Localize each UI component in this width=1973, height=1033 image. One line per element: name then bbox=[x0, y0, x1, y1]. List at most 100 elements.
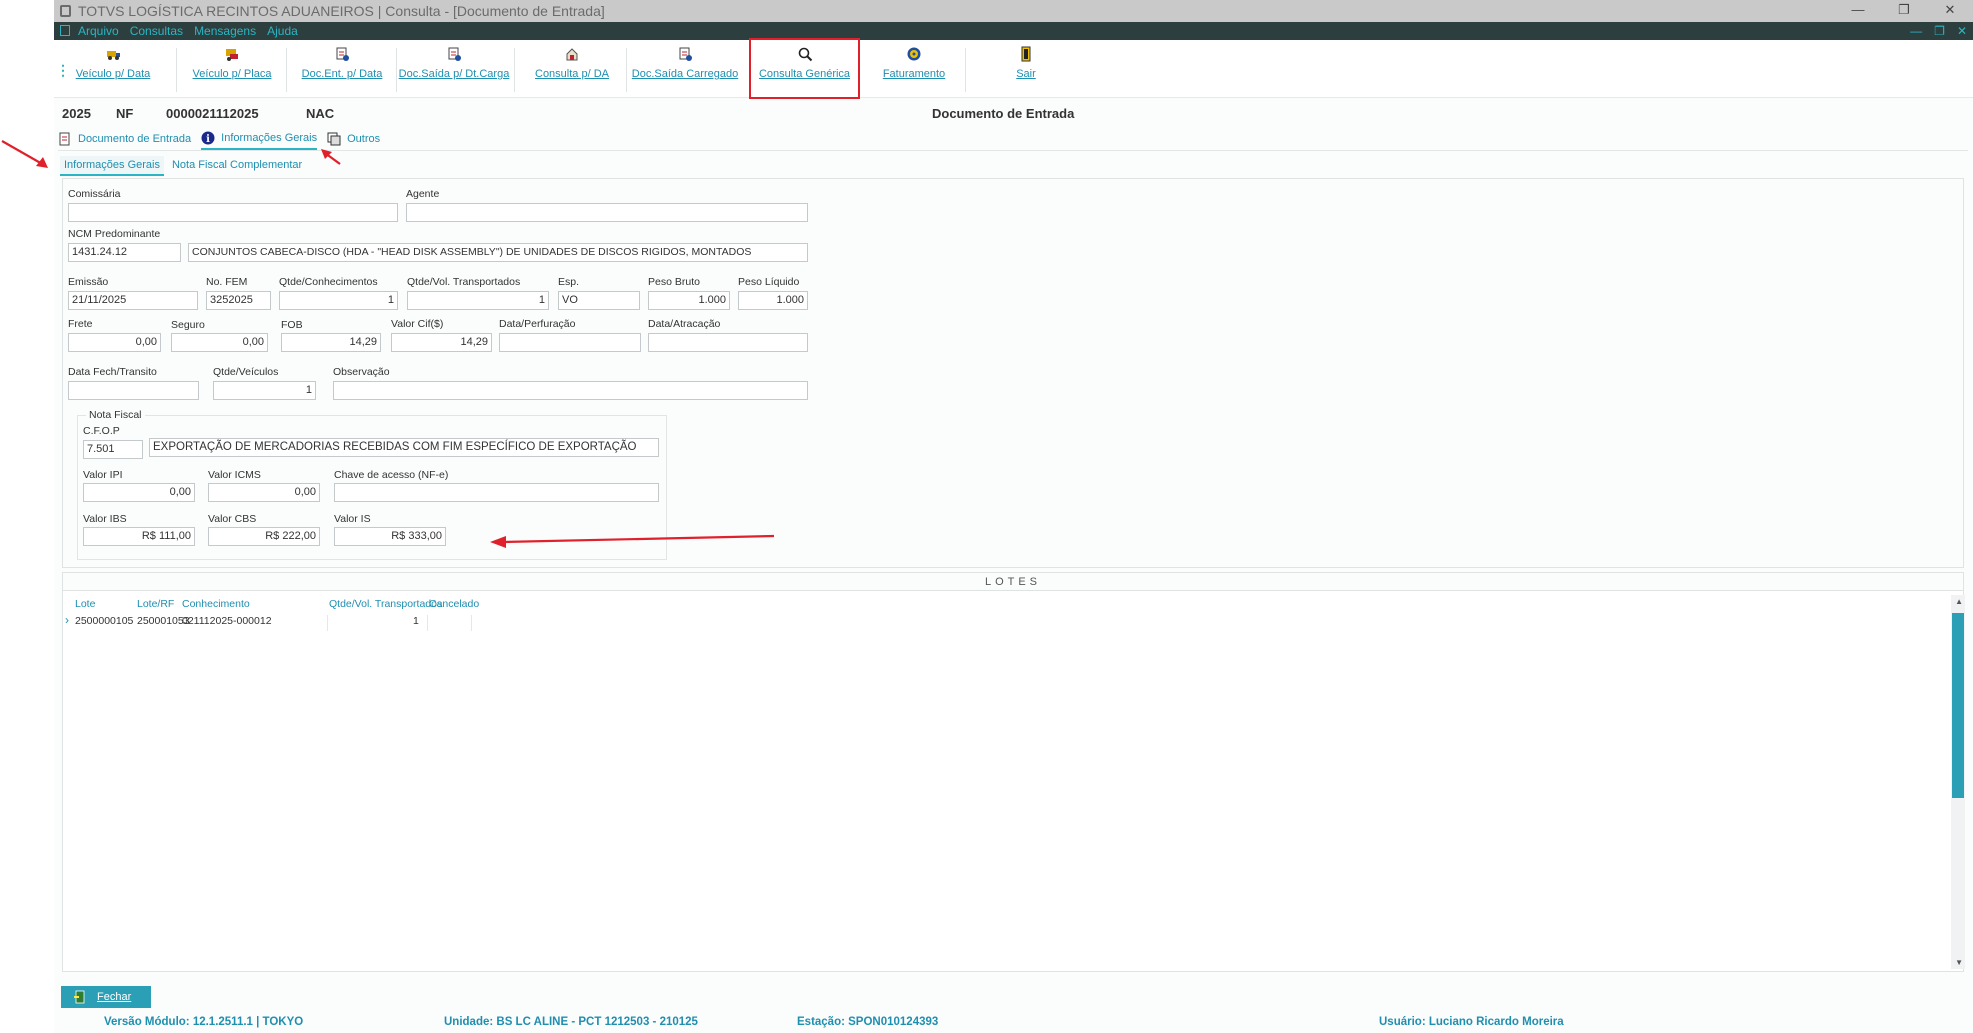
data-atracacao-field[interactable] bbox=[648, 333, 808, 352]
menu-consultas[interactable]: Consultas bbox=[130, 22, 183, 40]
veiculo-placa-button[interactable]: Veículo p/ Placa bbox=[182, 46, 282, 94]
col-conhecimento[interactable]: Conhecimento bbox=[182, 598, 250, 610]
valor-icms-label: Valor ICMS bbox=[208, 469, 261, 481]
frete-field[interactable]: 0,00 bbox=[68, 333, 161, 352]
fob-field[interactable]: 14,29 bbox=[281, 333, 381, 352]
col-qtde-vol[interactable]: Qtde/Vol. Transportados bbox=[329, 598, 442, 610]
column-divider bbox=[327, 615, 328, 631]
peso-liquido-field[interactable]: 1.000 bbox=[738, 291, 808, 310]
status-estacao: Estação: SPON010124393 bbox=[797, 1016, 939, 1028]
emissao-field[interactable]: 21/11/2025 bbox=[68, 291, 198, 310]
scroll-thumb[interactable] bbox=[1952, 613, 1964, 798]
mdi-close-button[interactable]: ✕ bbox=[1957, 22, 1967, 40]
chave-acesso-field[interactable] bbox=[334, 483, 659, 502]
status-versao: Versão Módulo: 12.1.2511.1 | TOKYO bbox=[104, 1016, 304, 1028]
observacao-field[interactable] bbox=[333, 381, 808, 400]
peso-bruto-field[interactable]: 1.000 bbox=[648, 291, 730, 310]
status-unidade: Unidade: BS LC ALINE - PCT 1212503 - 210… bbox=[444, 1016, 698, 1028]
valor-cbs-label: Valor CBS bbox=[208, 513, 257, 525]
col-lote-rf[interactable]: Lote/RF bbox=[137, 598, 174, 610]
tab-outros[interactable]: Outros bbox=[327, 130, 380, 150]
col-cancelado[interactable]: Cancelado bbox=[429, 598, 479, 610]
cell-lote: 2500000105 bbox=[75, 615, 134, 627]
data-fech-transito-field[interactable] bbox=[68, 381, 199, 400]
close-door-icon bbox=[74, 990, 85, 1004]
exit-icon bbox=[1021, 46, 1031, 62]
doc-saida-dtcarga-button[interactable]: Doc.Saída p/ Dt.Carga bbox=[398, 46, 510, 94]
menu-arquivo[interactable]: Arquivo bbox=[78, 22, 119, 40]
system-menu-icon[interactable] bbox=[60, 25, 70, 36]
mdi-restore-button[interactable]: ❐ bbox=[1934, 22, 1945, 40]
qtde-conhecimentos-field[interactable]: 1 bbox=[279, 291, 398, 310]
subtab-nota-fiscal-complementar[interactable]: Nota Fiscal Complementar bbox=[168, 156, 306, 176]
qtde-vol-field[interactable]: 1 bbox=[407, 291, 549, 310]
table-row[interactable]: › 2500000105 250001053 021112025-000012 … bbox=[63, 613, 1965, 631]
no-fem-field[interactable]: 3252025 bbox=[206, 291, 271, 310]
status-usuario: Usuário: Luciano Ricardo Moreira bbox=[1379, 1016, 1564, 1028]
menu-bar: Arquivo Consultas Mensagens Ajuda — ❐ ✕ bbox=[54, 22, 1973, 40]
valor-is-field[interactable]: R$ 333,00 bbox=[334, 527, 446, 546]
lotes-title: LOTES bbox=[63, 573, 1963, 591]
cell-conhecimento: 021112025-000012 bbox=[182, 615, 272, 627]
valor-is-label: Valor IS bbox=[334, 513, 371, 525]
cell-qtde-vol: 1 bbox=[413, 615, 419, 627]
qtde-conhecimentos-label: Qtde/Conhecimentos bbox=[279, 276, 378, 288]
doc-saida-carregado-button[interactable]: Doc.Saída Carregado bbox=[628, 46, 742, 94]
sair-button[interactable]: Sair bbox=[986, 46, 1066, 94]
col-lote[interactable]: Lote bbox=[75, 598, 95, 610]
status-bar: Versão Módulo: 12.1.2511.1 | TOKYO Unida… bbox=[54, 1013, 1973, 1033]
peso-bruto-label: Peso Bruto bbox=[648, 276, 700, 288]
valor-ibs-field[interactable]: R$ 111,00 bbox=[83, 527, 195, 546]
fechar-button[interactable]: Fechar bbox=[61, 986, 151, 1008]
tab-divider bbox=[58, 150, 1968, 151]
esp-field[interactable]: VO bbox=[558, 291, 640, 310]
valor-icms-field[interactable]: 0,00 bbox=[208, 483, 320, 502]
ncm-code-field[interactable]: 1431.24.12 bbox=[68, 243, 181, 262]
valor-ipi-field[interactable]: 0,00 bbox=[83, 483, 195, 502]
restore-button[interactable]: ❐ bbox=[1881, 0, 1927, 22]
stack-documents-icon bbox=[327, 132, 341, 146]
truck-plate-icon bbox=[226, 49, 238, 61]
mdi-minimize-button[interactable]: — bbox=[1910, 22, 1922, 40]
data-fech-transito-label: Data Fech/Transito bbox=[68, 366, 157, 378]
faturamento-button[interactable]: Faturamento bbox=[868, 46, 960, 94]
valor-cbs-field[interactable]: R$ 222,00 bbox=[208, 527, 320, 546]
consulta-da-button[interactable]: Consulta p/ DA bbox=[522, 46, 622, 94]
subtab-informacoes-gerais[interactable]: Informações Gerais bbox=[60, 156, 164, 176]
document-tab-icon bbox=[59, 132, 70, 146]
menu-ajuda[interactable]: Ajuda bbox=[267, 22, 298, 40]
ncm-description-field[interactable]: CONJUNTOS CABECA-DISCO (HDA - "HEAD DISK… bbox=[188, 243, 808, 262]
cfop-description-field[interactable]: EXPORTAÇÃO DE MERCADORIAS RECEBIDAS COM … bbox=[149, 438, 659, 457]
agente-field[interactable] bbox=[406, 203, 808, 222]
document-header: 2025 NF 0000021112025 NAC Documento de E… bbox=[54, 104, 1973, 126]
mdi-controls: — ❐ ✕ bbox=[1910, 22, 1967, 40]
page-title: Documento de Entrada bbox=[932, 106, 1075, 121]
data-perfuracao-field[interactable] bbox=[499, 333, 641, 352]
fob-label: FOB bbox=[281, 319, 303, 331]
chave-acesso-label: Chave de acesso (NF-e) bbox=[334, 469, 449, 481]
comissaria-field[interactable] bbox=[68, 203, 398, 222]
vertical-scrollbar[interactable]: ▲ ▼ bbox=[1951, 595, 1965, 969]
qtde-veiculos-label: Qtde/Veículos bbox=[213, 366, 279, 378]
consulta-generica-button[interactable]: Consulta Genérica bbox=[749, 38, 860, 99]
valor-ipi-label: Valor IPI bbox=[83, 469, 123, 481]
peso-liquido-label: Peso Líquido bbox=[738, 276, 800, 288]
tab-informacoes-gerais[interactable]: i Informações Gerais bbox=[201, 130, 318, 150]
tab-documento-entrada[interactable]: Documento de Entrada bbox=[58, 130, 191, 150]
scroll-down-icon[interactable]: ▼ bbox=[1955, 958, 1963, 967]
scroll-up-icon[interactable]: ▲ bbox=[1955, 597, 1963, 606]
truck-calendar-icon bbox=[107, 51, 120, 60]
menu-mensagens[interactable]: Mensagens bbox=[194, 22, 256, 40]
window-title: TOTVS LOGÍSTICA RECINTOS ADUANEIROS | Co… bbox=[78, 3, 605, 19]
doc-ent-data-button[interactable]: Doc.Ent. p/ Data bbox=[292, 46, 392, 94]
veiculo-data-button[interactable]: Veículo p/ Data bbox=[66, 46, 160, 94]
seguro-field[interactable]: 0,00 bbox=[171, 333, 268, 352]
valor-cif-field[interactable]: 14,29 bbox=[391, 333, 492, 352]
close-window-button[interactable]: ✕ bbox=[1927, 0, 1973, 22]
qtde-veiculos-field[interactable]: 1 bbox=[213, 381, 316, 400]
cfop-code-field[interactable]: 7.501 bbox=[83, 440, 143, 459]
data-perfuracao-label: Data/Perfuração bbox=[499, 318, 576, 330]
qtde-vol-label: Qtde/Vol. Transportados bbox=[407, 276, 521, 288]
minimize-button[interactable]: — bbox=[1835, 0, 1881, 22]
toolbar-separator bbox=[965, 48, 966, 92]
